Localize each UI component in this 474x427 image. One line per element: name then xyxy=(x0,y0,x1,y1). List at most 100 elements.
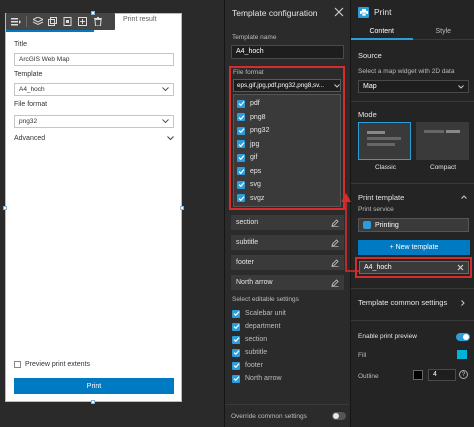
checkbox-checked-icon[interactable] xyxy=(232,348,240,357)
override-toggle[interactable] xyxy=(332,412,346,420)
resize-handle-right[interactable] xyxy=(180,206,184,210)
chevron-up-icon[interactable] xyxy=(461,195,467,199)
file-format-option-label: gif xyxy=(250,154,258,162)
file-format-option[interactable]: pdf xyxy=(234,97,340,111)
editable-setting-item[interactable]: North arrow xyxy=(232,372,286,385)
editable-setting-item[interactable]: Scalebar unit xyxy=(232,307,286,320)
print-service-item[interactable]: Printing xyxy=(358,218,469,232)
template-field-label: North arrow xyxy=(236,279,273,286)
editable-setting-item[interactable]: footer xyxy=(232,359,286,372)
file-format-option[interactable]: png8 xyxy=(234,111,340,125)
mode-compact-card[interactable] xyxy=(416,122,469,160)
align-icon[interactable] xyxy=(9,15,22,28)
settings-title: Print xyxy=(374,7,392,17)
editable-setting-item[interactable]: department xyxy=(232,320,286,333)
checkbox-checked-icon[interactable] xyxy=(237,194,245,203)
editable-setting-item[interactable]: section xyxy=(232,333,286,346)
template-field-label: footer xyxy=(236,259,254,266)
delete-icon[interactable] xyxy=(91,15,104,28)
preview-extents-checkbox[interactable] xyxy=(14,361,21,368)
checkbox-checked-icon[interactable] xyxy=(237,153,245,162)
resize-handle-top[interactable] xyxy=(91,11,95,15)
template-field-row[interactable]: North arrow xyxy=(231,275,344,290)
advanced-toggle[interactable]: Advanced xyxy=(14,135,174,142)
file-format-option[interactable]: eps xyxy=(234,165,340,179)
enable-preview-toggle[interactable] xyxy=(456,333,470,341)
map-select-value: Map xyxy=(363,83,377,90)
title-input[interactable]: ArcGIS Web Map xyxy=(14,53,174,66)
checkbox-checked-icon[interactable] xyxy=(237,99,245,108)
chevron-right-icon[interactable] xyxy=(461,300,465,306)
editable-settings-label: Select editable settings xyxy=(232,296,299,303)
checkbox-checked-icon[interactable] xyxy=(232,309,240,318)
chevron-down-icon xyxy=(162,119,169,124)
override-common-settings-row: Override common settings xyxy=(231,412,346,420)
file-format-option[interactable]: png32 xyxy=(234,124,340,138)
map-widget-label: Select a map widget with 2D data xyxy=(358,68,455,75)
print-widget-icon xyxy=(358,6,369,18)
widget-toolbar xyxy=(6,13,115,30)
close-icon[interactable] xyxy=(457,264,464,271)
file-format-multiselect[interactable]: eps,gif,jpg,pdf,png32,png8,sv... xyxy=(233,79,341,92)
chevron-down-icon xyxy=(162,87,169,92)
template-label: Template xyxy=(14,71,43,78)
duplicate-icon[interactable] xyxy=(46,15,59,28)
outline-label: Outline xyxy=(358,373,379,380)
editable-setting-label: Scalebar unit xyxy=(245,310,286,317)
file-format-option-label: jpg xyxy=(250,140,260,148)
preview-extents-row[interactable]: Preview print extents xyxy=(14,361,90,368)
file-format-option[interactable]: svg xyxy=(234,178,340,192)
move-icon[interactable] xyxy=(76,15,89,28)
editable-setting-item[interactable]: subtitle xyxy=(232,346,286,359)
tab-style[interactable]: Style xyxy=(412,25,474,40)
file-format-option[interactable]: jpg xyxy=(234,138,340,152)
map-select[interactable]: Map xyxy=(358,80,469,93)
template-field-row[interactable]: subtitle xyxy=(231,235,344,250)
checkbox-checked-icon[interactable] xyxy=(232,322,240,331)
override-common-settings-label: Override common settings xyxy=(231,412,307,420)
tab-print-result[interactable]: Print result xyxy=(123,16,156,23)
checkbox-checked-icon[interactable] xyxy=(237,126,245,135)
template-field-label: section xyxy=(236,219,259,226)
print-button[interactable]: Print xyxy=(14,378,174,394)
checkbox-checked-icon[interactable] xyxy=(237,167,245,176)
fill-label: Fill xyxy=(358,352,367,359)
template-select[interactable]: A4_hoch xyxy=(14,83,174,96)
template-item[interactable]: A4_hoch xyxy=(359,261,469,274)
info-icon[interactable]: ? xyxy=(459,370,468,379)
fill-color-swatch[interactable] xyxy=(457,350,467,359)
preview-extents-label: Preview print extents xyxy=(25,361,90,368)
new-template-button[interactable]: + New template xyxy=(358,240,470,255)
toolbar-divider xyxy=(26,16,27,27)
printer-icon xyxy=(363,221,371,229)
divider xyxy=(351,183,474,184)
checkbox-checked-icon[interactable] xyxy=(237,113,245,122)
layers-icon[interactable] xyxy=(31,15,44,28)
tab-content[interactable]: Content xyxy=(351,25,413,40)
template-field-row[interactable]: section xyxy=(231,215,344,230)
resize-handle-bottom[interactable] xyxy=(91,400,95,404)
template-field-row[interactable]: footer xyxy=(231,255,344,270)
divider xyxy=(351,101,474,102)
outline-width-input[interactable]: 4 xyxy=(428,369,456,381)
file-format-select[interactable]: png32 xyxy=(14,115,174,128)
mode-classic-label: Classic xyxy=(375,164,396,171)
edit-icon[interactable] xyxy=(331,278,339,287)
copy-icon[interactable] xyxy=(61,15,74,28)
mode-classic-card[interactable] xyxy=(358,122,411,160)
template-name-input[interactable]: A4_hoch xyxy=(231,45,344,59)
checkbox-checked-icon[interactable] xyxy=(232,374,240,383)
file-format-option[interactable]: svgz xyxy=(234,192,340,206)
checkbox-checked-icon[interactable] xyxy=(237,140,245,149)
file-format-select-value: png32 xyxy=(19,118,38,125)
chevron-down-icon xyxy=(167,136,174,141)
settings-header: Print xyxy=(351,0,474,24)
resize-handle-left[interactable] xyxy=(3,206,7,210)
outline-color-swatch[interactable] xyxy=(413,370,423,380)
enable-preview-label: Enable print preview xyxy=(358,333,417,340)
checkbox-checked-icon[interactable] xyxy=(232,335,240,344)
file-format-option[interactable]: gif xyxy=(234,151,340,165)
checkbox-checked-icon[interactable] xyxy=(237,180,245,189)
checkbox-checked-icon[interactable] xyxy=(232,361,240,370)
close-icon[interactable] xyxy=(333,6,345,18)
